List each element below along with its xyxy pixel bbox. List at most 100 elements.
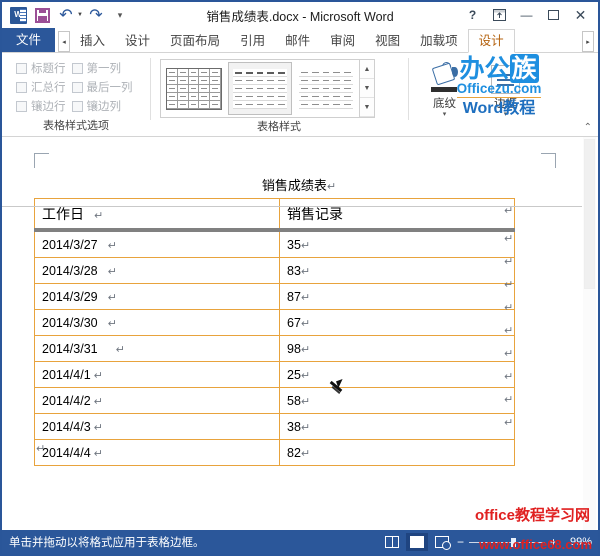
cell-text: 98 [287, 341, 301, 356]
vertical-scrollbar[interactable] [583, 137, 596, 530]
tab-insert[interactable]: 插入 [70, 29, 115, 53]
cell-text: 87 [287, 289, 301, 304]
help-icon[interactable]: ? [459, 3, 486, 27]
gallery-scroll-down-icon[interactable]: ▼ [360, 79, 374, 98]
logo-line3: Word教程 [462, 99, 536, 117]
cell-date[interactable]: 2014/3/27 ↵ [34, 229, 280, 258]
tab-scroll-left-icon[interactable]: ◂ [58, 31, 71, 52]
tab-design[interactable]: 设计 [115, 29, 160, 53]
table-row[interactable]: 2014/3/28 ↵ 83↵ [34, 257, 515, 284]
row-end-mark: ↵ [504, 278, 514, 291]
tab-file[interactable]: 文件 [2, 28, 56, 53]
table-header-cell-weekday[interactable]: 工作日 ↵ [34, 198, 280, 232]
tab-mailings[interactable]: 邮件 [275, 29, 320, 53]
table-row[interactable]: 2014/3/29 ↵ 87↵ [34, 283, 515, 310]
web-layout-view-button[interactable] [431, 533, 453, 551]
table-row[interactable]: 2014/3/31 ↵ 98↵ [34, 335, 515, 362]
tab-references[interactable]: 引用 [230, 29, 275, 53]
cell-date[interactable]: 2014/4/3 ↵ [34, 413, 280, 440]
gallery-more-icon[interactable]: ▼ [360, 98, 374, 117]
cell-value[interactable]: 83↵ [279, 257, 515, 284]
table-style-grid[interactable] [162, 62, 226, 115]
cell-value[interactable]: 87↵ [279, 283, 515, 310]
cell-date[interactable]: 2014/3/31 ↵ [34, 335, 280, 362]
checkbox-banded-rows[interactable]: 镶边行 [16, 98, 66, 114]
checkbox-label: 汇总行 [31, 82, 66, 94]
status-message: 单击并拖动以将格式应用于表格边框。 [9, 537, 205, 549]
table-row[interactable]: 2014/3/27 ↵ 35↵ [34, 229, 515, 258]
collapse-ribbon-icon[interactable]: ⌃ [584, 122, 592, 133]
print-layout-view-button[interactable] [405, 533, 428, 551]
tab-scroll-right-icon[interactable]: ▸ [582, 31, 594, 52]
maximize-icon[interactable] [540, 3, 567, 27]
table-row[interactable]: 2014/3/30 ↵ 67↵ [34, 309, 515, 336]
zoom-out-button[interactable]: − [457, 536, 464, 548]
cell-date[interactable]: 2014/4/2 ↵ [34, 387, 280, 414]
checkbox-total-row[interactable]: 汇总行 [16, 79, 66, 95]
checkbox-box [71, 81, 83, 93]
tab-review[interactable]: 审阅 [320, 29, 365, 53]
cell-value[interactable]: 38↵ [279, 413, 515, 440]
gallery-scroll-up-icon[interactable]: ▲ [360, 60, 374, 79]
cell-text: 35 [287, 237, 301, 252]
table-style-header[interactable] [228, 62, 292, 115]
cell-date[interactable]: 2014/4/1 ↵ [34, 361, 280, 388]
ribbon-display-options-icon[interactable] [486, 3, 513, 27]
customize-quick-access-icon[interactable]: ▾ [109, 4, 131, 26]
cell-text: 58 [287, 393, 301, 408]
checkbox-header-row[interactable]: 标题行 [16, 60, 66, 76]
checkbox-label: 镶边列 [86, 101, 122, 113]
table-header-row[interactable]: 工作日 ↵ 销售记录 [34, 198, 515, 232]
table-row[interactable]: 2014/4/1 ↵ 25↵ [34, 361, 515, 388]
cell-value[interactable]: 82↵ [279, 439, 515, 466]
cell-date[interactable]: 2014/3/28 ↵ [34, 257, 280, 284]
checkbox-banded-columns[interactable]: 镶边列 [71, 98, 133, 114]
site-watermark: office教程学习网 [475, 507, 590, 525]
table-row[interactable]: 2014/4/2 ↵ 58↵ [34, 387, 515, 414]
tab-addins[interactable]: 加载项 [410, 29, 468, 53]
cell-value[interactable]: 35↵ [279, 229, 515, 258]
table-row[interactable]: 2014/4/3 ↵ 38↵ [34, 413, 515, 440]
tab-view[interactable]: 视图 [365, 29, 410, 53]
paragraph-mark: ↵ [326, 180, 337, 193]
view-buttons [381, 533, 457, 551]
tab-page-layout[interactable]: 页面布局 [160, 29, 230, 53]
cell-value[interactable]: 98↵ [279, 335, 515, 362]
undo-dropdown-icon[interactable]: ▼ [77, 12, 83, 18]
page-separator-line [2, 206, 582, 207]
cell-text: 工作日 [42, 205, 84, 222]
cell-paragraph-mark: ↵ [107, 316, 117, 330]
checkbox-last-column[interactable]: 最后一列 [71, 79, 133, 95]
document-page[interactable]: 销售成绩表↵ 工作日 ↵ 销售记录 2014/3/27 ↵ 35↵ 2014/3/2… [16, 137, 582, 530]
table-style-plain[interactable] [294, 62, 358, 115]
watermark-url: www.office68.com [479, 537, 592, 552]
tab-table-design[interactable]: 设计 [467, 29, 515, 53]
cell-date[interactable]: 2014/3/30 ↵ [34, 309, 280, 336]
table-styles-gallery[interactable]: ▲ ▼ ▼ [160, 59, 375, 118]
close-icon[interactable]: ✕ [567, 3, 594, 27]
sales-table[interactable]: 工作日 ↵ 销售记录 2014/3/27 ↵ 35↵ 2014/3/28 ↵ 83↵ … [34, 198, 515, 466]
checkbox-label: 镶边行 [31, 101, 66, 113]
table-header-cell-sales[interactable]: 销售记录 [279, 198, 515, 232]
cell-text: 2014/3/28 [42, 263, 98, 278]
cell-paragraph-mark: ↵ [300, 446, 311, 460]
scrollbar-thumb[interactable] [584, 139, 595, 289]
checkbox-box [16, 62, 27, 74]
cell-value[interactable]: 67↵ [279, 309, 515, 336]
checkbox-box [16, 81, 27, 93]
cell-value[interactable]: 25↵ [279, 361, 515, 388]
undo-icon[interactable]: ↶ [55, 4, 77, 26]
checkbox-first-column[interactable]: 第一列 [71, 60, 133, 76]
logo-line2: Officezu.com [456, 81, 542, 98]
cell-text: 2014/4/2 [42, 393, 91, 408]
cell-date[interactable]: 2014/4/4 ↵ [34, 439, 280, 466]
table-row[interactable]: 2014/4/4 ↵ 82↵ [34, 439, 515, 466]
minimize-icon[interactable]: — [513, 3, 540, 27]
save-icon[interactable] [31, 4, 53, 26]
word-app-icon[interactable]: W [7, 4, 29, 26]
read-mode-view-button[interactable] [381, 533, 403, 551]
redo-icon[interactable]: ↷ [85, 4, 107, 26]
group-label-table-styles: 表格样式 [257, 121, 301, 133]
cell-value[interactable]: 58↵ [279, 387, 515, 414]
cell-date[interactable]: 2014/3/29 ↵ [34, 283, 280, 310]
